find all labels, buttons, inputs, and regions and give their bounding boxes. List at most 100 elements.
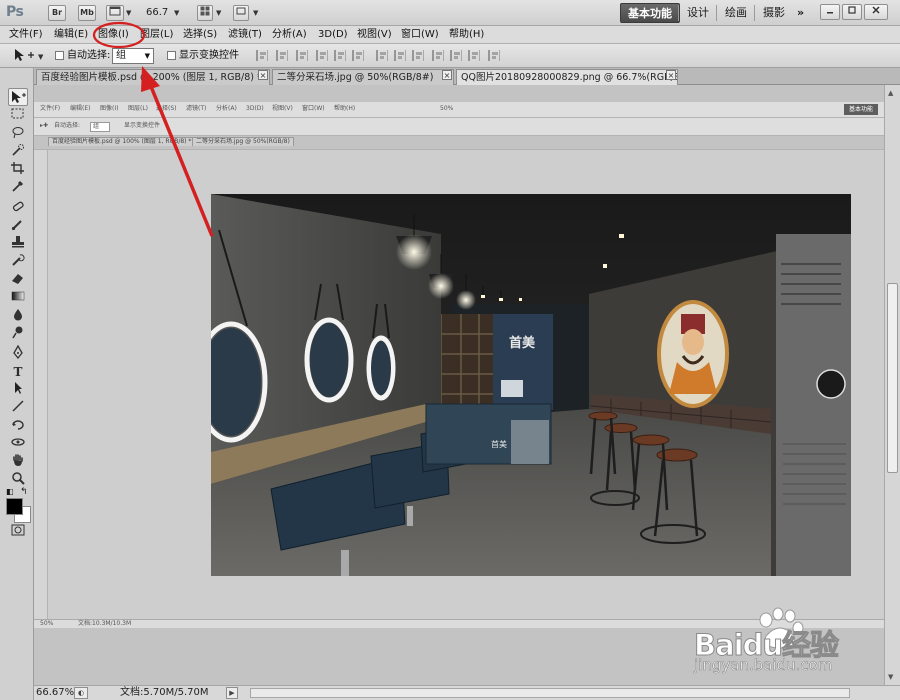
baidu-watermark: Baidu经验 jingyan.baidu.com	[690, 606, 890, 676]
3d-rotate-icon[interactable]	[8, 417, 28, 435]
chevron-down-icon[interactable]: ▼	[253, 9, 258, 17]
distribute-vcenter-icon[interactable]	[394, 50, 406, 61]
auto-select-label: 自动选择:	[67, 50, 111, 61]
close-button[interactable]	[864, 4, 888, 20]
crop-icon[interactable]	[8, 161, 28, 179]
menu-edit[interactable]: 编辑(E)	[54, 28, 88, 42]
path-select-icon[interactable]	[8, 381, 28, 399]
3d-orbit-icon[interactable]	[8, 435, 28, 453]
menu-analysis[interactable]: 分析(A)	[272, 28, 307, 42]
minimize-button[interactable]	[820, 4, 840, 20]
menu-select[interactable]: 选择(S)	[183, 28, 217, 42]
dodge-icon[interactable]	[8, 325, 28, 343]
menu-image[interactable]: 图像(I)	[98, 28, 129, 42]
menu-bar: 文件(F) 编辑(E) 图像(I) 图层(L) 选择(S) 滤镜(T) 分析(A…	[0, 26, 900, 44]
tab-qq-image-png[interactable]: QQ图片20180928000829.png @ 66.7%(RGB/8)	[456, 69, 678, 85]
nested-menu-3d: 3D(D)	[246, 105, 264, 112]
menu-window[interactable]: 窗口(W)	[401, 28, 439, 42]
chevron-down-icon: ▼	[144, 52, 150, 60]
show-transform-checkbox[interactable]	[167, 51, 176, 60]
status-info-icon[interactable]: ◐	[74, 687, 88, 699]
gradient-icon[interactable]	[8, 289, 28, 307]
nested-menu-bar: 文件(F) 编辑(E) 图像(I) 图层(L) 选择(S) 滤镜(T) 分析(A…	[34, 102, 884, 118]
blur-icon[interactable]	[8, 307, 28, 325]
close-icon[interactable]: ×	[666, 70, 676, 80]
more-workspaces-button[interactable]: »	[790, 3, 811, 23]
align-right-icon[interactable]	[352, 50, 364, 61]
chevron-down-icon[interactable]: ▼	[174, 9, 179, 17]
distribute-left-icon[interactable]	[432, 50, 444, 61]
align-hcenter-icon[interactable]	[334, 50, 346, 61]
workspace-design[interactable]: 设计	[680, 3, 716, 23]
close-icon[interactable]: ×	[442, 70, 452, 80]
eyedropper-icon[interactable]	[8, 179, 28, 197]
type-icon[interactable]: T	[8, 363, 28, 381]
default-colors-icon[interactable]: ◧	[6, 487, 14, 496]
vertical-scrollbar[interactable]: ▲ ▼	[884, 85, 900, 685]
clone-stamp-icon[interactable]	[8, 235, 28, 253]
menu-view[interactable]: 视图(V)	[357, 28, 392, 42]
scrollbar-thumb[interactable]	[887, 283, 898, 473]
menu-help[interactable]: 帮助(H)	[449, 28, 484, 42]
distribute-bottom-icon[interactable]	[412, 50, 424, 61]
menu-3d[interactable]: 3D(D)	[318, 28, 348, 42]
barbershop-interior-photo: 首美 首美	[211, 194, 851, 576]
tab-quarry-jpg[interactable]: 二等分采石场.jpg @ 50%(RGB/8#)	[272, 69, 454, 85]
storefront-sign-text: 首美	[509, 335, 536, 351]
move-icon[interactable]	[8, 88, 28, 106]
quick-select-icon[interactable]	[8, 143, 28, 161]
healing-brush-icon[interactable]	[8, 199, 28, 217]
status-menu-arrow[interactable]: ▶	[226, 687, 238, 699]
status-zoom[interactable]: 66.67%	[36, 687, 74, 699]
line-icon[interactable]	[8, 399, 28, 417]
screen-mode-button[interactable]	[233, 5, 249, 21]
menu-layer[interactable]: 图层(L)	[140, 28, 173, 42]
workspace-essentials[interactable]: 基本功能	[620, 3, 680, 23]
extras-button[interactable]	[106, 5, 124, 21]
foreground-color-swatch[interactable]	[6, 498, 23, 515]
workspace-photography[interactable]: 摄影	[756, 3, 792, 23]
scroll-up-icon[interactable]: ▲	[888, 89, 893, 97]
distribute-hcenter-icon[interactable]	[450, 50, 462, 61]
bridge-button[interactable]: Br	[48, 5, 66, 21]
distribute-top-icon[interactable]	[376, 50, 388, 61]
align-top-icon[interactable]	[256, 50, 268, 61]
chevron-down-icon[interactable]: ▼	[38, 53, 43, 61]
close-icon[interactable]: ×	[258, 70, 268, 80]
nested-menu-edit: 编辑(E)	[70, 105, 91, 112]
chevron-down-icon[interactable]: ▼	[216, 9, 221, 17]
chevron-down-icon[interactable]: ▼	[126, 9, 131, 17]
restore-button[interactable]	[842, 4, 862, 20]
nested-zoom: 50%	[440, 105, 454, 112]
view-extras-icon	[109, 6, 121, 16]
tab-template-psd[interactable]: 百度经验图片模板.psd @ 200% (图层 1, RGB/8) *	[36, 69, 270, 85]
align-left-icon[interactable]	[316, 50, 328, 61]
auto-align-layers-icon[interactable]	[488, 50, 500, 61]
status-document-size: 文档:5.70M/5.70M	[120, 687, 209, 698]
show-transform-label: 显示变换控件	[179, 50, 239, 61]
nested-tab-strip: 百度经验图片模板.psd @ 100% (图层 1, RGB/8) * 二等分采…	[34, 136, 884, 150]
swap-colors-icon[interactable]: ↰	[20, 487, 28, 497]
history-brush-icon[interactable]	[8, 253, 28, 271]
quick-mask-icon[interactable]	[8, 523, 28, 541]
lasso-icon[interactable]	[8, 125, 28, 143]
pen-icon[interactable]	[8, 344, 28, 363]
mini-bridge-button[interactable]: Mb	[78, 5, 96, 21]
workspace-painting[interactable]: 绘画	[718, 3, 754, 23]
auto-select-checkbox[interactable]	[55, 51, 64, 60]
align-vcenter-icon[interactable]	[276, 50, 288, 61]
move-tool-preset-picker[interactable]	[12, 48, 36, 66]
brush-icon[interactable]	[8, 217, 28, 235]
menu-file[interactable]: 文件(F)	[9, 28, 43, 42]
auto-select-dropdown[interactable]: 组 ▼	[112, 48, 154, 64]
eraser-icon[interactable]	[8, 271, 28, 289]
menu-filter[interactable]: 滤镜(T)	[228, 28, 262, 42]
rect-marquee-icon[interactable]	[8, 107, 28, 125]
distribute-right-icon[interactable]	[468, 50, 480, 61]
horizontal-scrollbar[interactable]	[250, 688, 850, 698]
application-bar: Ps Br Mb ▼ 66.7 ▼ ▼ ▼ 基本功能 设计 绘画 摄影 »	[0, 0, 900, 26]
arrange-documents-button[interactable]	[197, 5, 213, 21]
hand-icon[interactable]	[8, 453, 28, 471]
nested-move-icon: ▸✚	[40, 122, 49, 129]
align-bottom-icon[interactable]	[296, 50, 308, 61]
